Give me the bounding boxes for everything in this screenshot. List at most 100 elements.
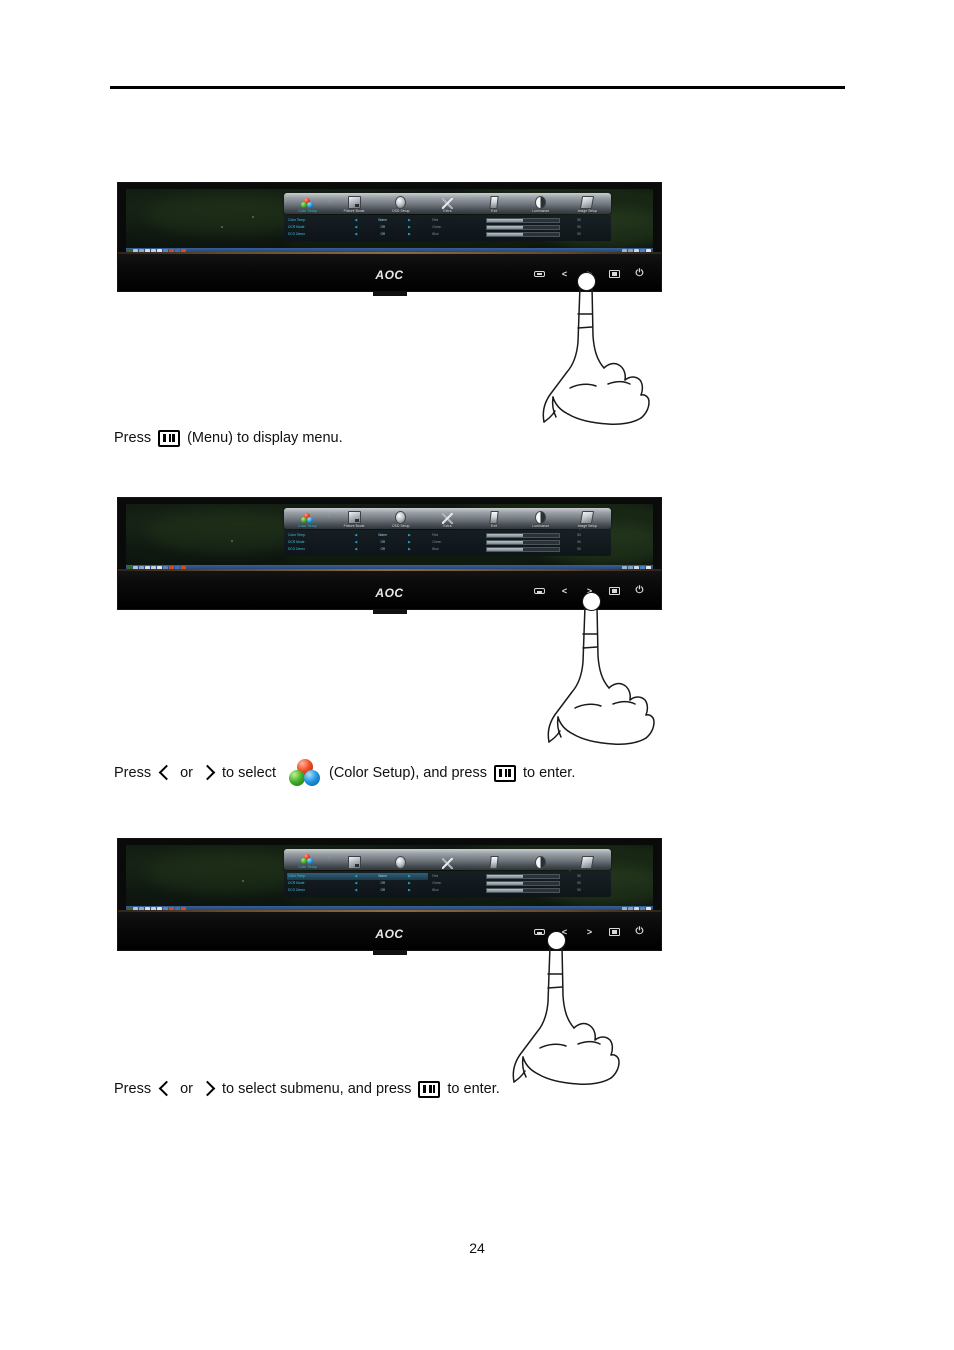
left-button[interactable]: < [559,587,570,596]
osd-row-left-arrow-icon[interactable]: ◀ [350,880,361,887]
osd-tab-osd-setup[interactable] [377,854,424,870]
osd-tab-picture-boost[interactable]: Picture Boost [331,194,378,214]
osd-row-right-arrow-icon[interactable]: ▶ [404,880,415,887]
osd-rgb-slider[interactable] [486,539,560,545]
osd-row-left-arrow-icon[interactable]: ◀ [350,873,361,880]
osd-tab-image-setup[interactable] [564,854,611,870]
source-button[interactable] [534,929,545,936]
bezel-highlight [118,252,661,255]
osd-row-right-arrow-icon[interactable]: ▶ [404,224,415,231]
osd-tab-color-setup[interactable]: ‹ › Color Setup [284,511,331,529]
osd-rgb-slider[interactable] [486,231,560,238]
menu-button[interactable] [609,928,620,937]
osd-rgb-row[interactable]: Green 50 [428,224,608,231]
osd-tab-picture-boost[interactable] [331,854,378,870]
osd-row[interactable]: Color Temp. ◀ Warm ▶ [287,217,428,224]
osd-row-left-arrow-icon[interactable]: ◀ [350,217,361,224]
osd-row-left-arrow-icon[interactable]: ◀ [350,231,361,238]
source-button[interactable] [534,270,545,277]
osd-row[interactable]: ECO Demo ◀ Off ▶ [287,231,428,238]
osd-rgb-row[interactable]: Green 50 [428,539,608,546]
osd-row[interactable]: Color Temp. ◀ Warm ▶ [287,532,428,539]
osd-row-left-arrow-icon[interactable]: ◀ [350,546,361,553]
osd-row[interactable]: ECO Demo ◀ Off ▶ [287,887,428,894]
osd-rgb-row[interactable]: Red 50 [428,873,608,880]
osd-tab-luminance[interactable] [517,854,564,870]
osd-tab-osd-setup[interactable]: OSD Setup [377,194,424,214]
caption-step-3: Press or to select submenu, and press to… [111,1079,503,1099]
osd-row-value: Warm [378,217,387,222]
osd-row-left-arrow-icon[interactable]: ◀ [350,532,361,539]
aoc-logo: AOC [375,926,404,941]
bezel-button-row: < > ⏻ [534,586,645,596]
osd-row[interactable]: DCR Mode ◀ Off ▶ [287,224,428,231]
caption-step-2: Press or to select (Color Setup), and pr… [111,759,578,787]
osd-tab-exit[interactable]: Exit [471,509,518,529]
osd-tab-luminance[interactable]: Luminance [517,509,564,529]
osd-rgb-row[interactable]: Blue 50 [428,231,608,238]
osd-row-right-arrow-icon[interactable]: ▶ [404,532,415,539]
osd-row-selected[interactable]: Color Temp. ◀ Warm ▶ [287,872,429,880]
osd-row-right-arrow-icon[interactable]: ▶ [404,546,415,553]
osd-tab-exit[interactable]: Exit [471,194,518,214]
osd-overlay: ‹ › Color Setup Color Temp. ◀ Warm ▶ DCR… [284,849,611,897]
menu-button[interactable] [609,269,620,278]
osd-rgb-slider[interactable] [486,546,560,553]
bezel-button-row: < > ⏻ [534,268,645,278]
left-button[interactable]: < [559,269,570,278]
header-rule [110,86,845,89]
osd-tab-extra[interactable]: Extra [424,511,471,529]
osd-row-value: Off [380,546,385,551]
power-button[interactable]: ⏻ [634,268,645,278]
osd-row-left-arrow-icon[interactable]: ◀ [350,887,361,894]
osd-rgb-slider[interactable] [486,873,560,879]
osd-row-left-arrow-icon[interactable]: ◀ [350,539,361,546]
osd-tab-image-setup[interactable]: Image Setup [564,194,611,214]
osd-tab-label: Luminance [532,524,550,528]
osd-row-left-arrow-icon[interactable]: ◀ [350,224,361,231]
osd-setup-icon [395,511,407,524]
osd-rgb-row[interactable]: Blue 50 [428,546,608,553]
osd-row[interactable]: ECO Demo ◀ Off ▶ [287,546,428,553]
osd-rgb-row[interactable]: Red 50 [428,532,608,539]
osd-tab-color-setup[interactable]: ‹ › Color Setup [284,852,331,870]
osd-tab-extra[interactable]: Extra [424,196,471,214]
osd-tab-color-setup[interactable]: ‹ › Color Setup [284,196,331,214]
osd-tab-osd-setup[interactable]: OSD Setup [377,509,424,529]
wallpaper-blob [147,850,306,893]
extra-tools-icon [441,858,453,869]
monitor-screen: ‹ › Color Setup Color Temp. ◀ Warm ▶ DCR… [126,845,653,915]
osd-rgb-slider[interactable] [486,217,560,223]
right-button[interactable]: > [584,928,595,937]
osd-row-right-arrow-icon[interactable]: ▶ [404,887,415,894]
osd-rgb-slider[interactable] [486,887,560,894]
menu-button[interactable] [609,587,620,596]
osd-rgb-slider[interactable] [486,880,560,886]
power-button[interactable]: ⏻ [634,927,645,937]
osd-rgb-label: Blue [432,231,439,236]
osd-row-right-arrow-icon[interactable]: ▶ [404,873,415,880]
osd-rgb-row[interactable]: Red 50 [428,217,608,224]
osd-row[interactable]: DCR Mode ◀ Off ▶ [287,880,428,887]
osd-rgb-slider[interactable] [486,532,560,538]
right-button[interactable]: > [584,269,595,278]
right-button[interactable]: > [584,587,595,596]
osd-tab-picture-boost[interactable]: Picture Boost [331,509,378,529]
osd-rgb-slider[interactable] [486,224,560,230]
osd-rgb-row[interactable]: Green 50 [428,880,608,887]
source-button[interactable] [534,588,545,595]
osd-tab-exit[interactable] [471,854,518,870]
power-button[interactable]: ⏻ [634,586,645,596]
osd-tab-bar: ‹ › Color Setup Picture Boost OSD Setup [284,193,611,214]
osd-rgb-row[interactable]: Blue 50 [428,887,608,894]
osd-tab-luminance[interactable]: Luminance [517,194,564,214]
left-button[interactable]: < [559,928,570,937]
osd-row-right-arrow-icon[interactable]: ▶ [404,231,415,238]
osd-row[interactable]: DCR Mode ◀ Off ▶ [287,539,428,546]
osd-tab-extra[interactable] [424,856,471,870]
osd-row-right-arrow-icon[interactable]: ▶ [404,539,415,546]
exit-door-icon [489,196,499,209]
osd-row-right-arrow-icon[interactable]: ▶ [404,217,415,224]
osd-tab-image-setup[interactable]: Image Setup [564,509,611,529]
osd-row-value: Warm [378,873,387,878]
